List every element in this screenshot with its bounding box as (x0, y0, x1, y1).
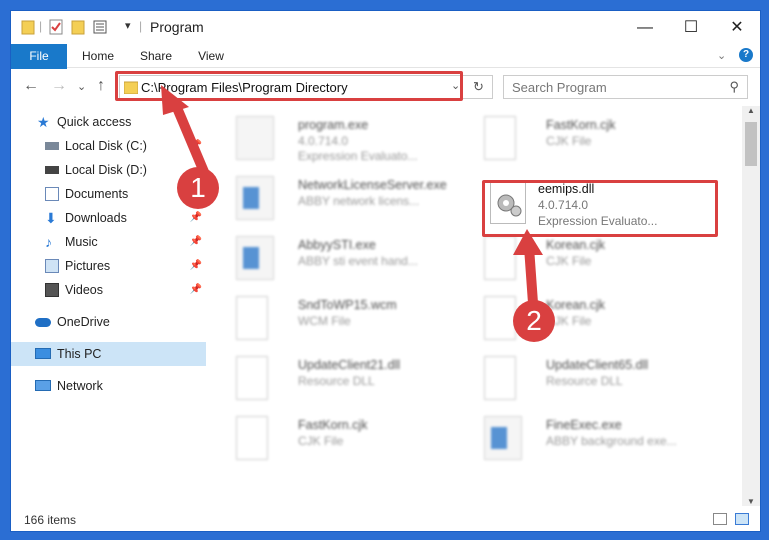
arrowhead-2-icon (513, 229, 543, 255)
step-badge-1: 1 (177, 167, 219, 209)
step-badge-2: 2 (513, 300, 555, 342)
arrowhead-1-icon (161, 85, 189, 115)
arrow-2 (524, 242, 538, 308)
file-explorer-window: | ▾ | Program — ☐ ✕ File Home Share View… (10, 10, 761, 532)
annotation-arrows (161, 85, 543, 308)
